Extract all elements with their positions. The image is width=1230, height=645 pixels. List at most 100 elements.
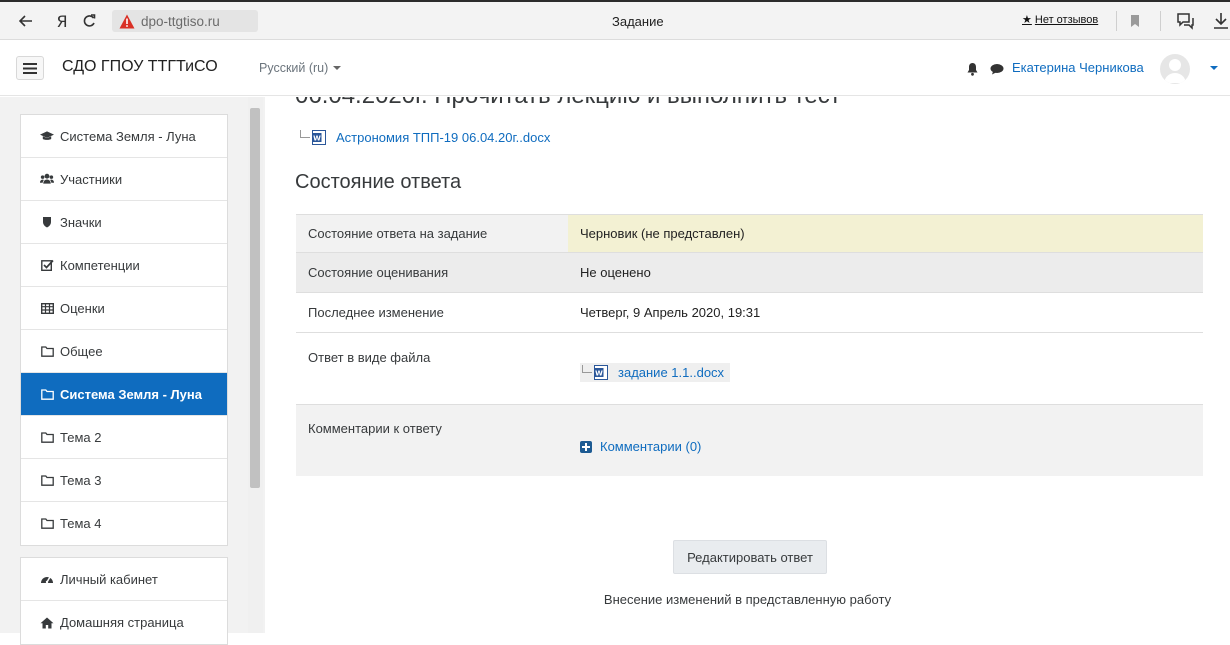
sidebar-item-earth-moon-system[interactable]: Система Земля - Луна: [21, 373, 227, 416]
sidebar-item-general[interactable]: Общее: [21, 330, 227, 373]
site-navbar: СДО ГПОУ ТТГТиСО Русский (ru) Екатерина …: [0, 40, 1230, 96]
sidebar-item-label: Домашняя страница: [60, 615, 184, 630]
sidebar-item-topic-2[interactable]: Тема 2: [21, 416, 227, 459]
sidebar-item-course-home[interactable]: Система Земля - Луна: [21, 115, 227, 158]
download-icon[interactable]: [1212, 11, 1230, 31]
sidebar-item-label: Система Земля - Луна: [60, 128, 196, 144]
site-name-link[interactable]: СДО ГПОУ ТТГТиСО: [62, 58, 218, 76]
row-label: Ответ в виде файла: [308, 350, 431, 365]
language-label: Русский (ru): [259, 61, 329, 75]
grading-status-value: Не оценено: [580, 265, 651, 280]
last-modified-value: Четверг, 9 Апрель 2020, 19:31: [580, 305, 761, 320]
sidebar-item-home[interactable]: Домашняя страница: [21, 601, 227, 644]
submission-status-value: Черновик (не представлен): [568, 215, 1203, 252]
checkbox-icon: [40, 259, 54, 272]
sidebar-item-label: Тема 2: [60, 429, 102, 445]
user-name-link[interactable]: Екатерина Черникова: [1012, 60, 1144, 75]
address-text: dpo-ttgtiso.ru: [141, 13, 220, 29]
word-document-icon: W: [594, 365, 608, 380]
language-menu[interactable]: Русский (ru): [259, 61, 342, 75]
folder-icon: [40, 474, 54, 487]
row-label: Состояние оценивания: [308, 265, 449, 280]
yandex-logo[interactable]: Я: [53, 10, 71, 32]
table-row: Состояние ответа на задание Черновик (не…: [296, 214, 1203, 252]
page-title: 06.04.2020г. Прочитать лекцию и выполнит…: [295, 97, 841, 110]
sidebar-item-grades[interactable]: Оценки: [21, 287, 227, 330]
submission-status-heading: Состояние ответа: [295, 171, 462, 193]
sidebar-item-topic-3[interactable]: Тема 3: [21, 459, 227, 502]
intro-attachment: W Астрономия ТПП-19 06.04.20г..docx: [300, 130, 550, 145]
table-row: Комментарии к ответу Комментарии (0): [296, 404, 1203, 476]
row-label: Состояние ответа на задание: [308, 226, 488, 241]
edit-submission-button[interactable]: Редактировать ответ: [673, 540, 827, 574]
home-icon: [40, 616, 54, 629]
folder-icon: [40, 345, 54, 358]
site-navigation: Личный кабинет Домашняя страница: [20, 557, 228, 645]
table-row: Состояние оценивания Не оценено: [296, 252, 1203, 292]
bell-icon[interactable]: [966, 62, 979, 76]
hamburger-icon: [23, 62, 37, 74]
reload-icon: [83, 14, 95, 27]
chat-icon[interactable]: [1175, 11, 1195, 31]
tab-title: Задание: [612, 14, 664, 29]
back-button[interactable]: [16, 10, 36, 32]
sidebar-scrollbar-thumb[interactable]: [250, 108, 260, 488]
user-avatar-icon: [1164, 59, 1186, 83]
sidebar-item-label: Общее: [60, 343, 103, 359]
sidebar-item-topic-4[interactable]: Тема 4: [21, 502, 227, 545]
folder-icon: [40, 431, 54, 444]
intro-file-link[interactable]: Астрономия ТПП-19 06.04.20г..docx: [336, 130, 550, 145]
plus-square-icon: [580, 440, 592, 453]
sidebar-item-label: Компетенции: [60, 257, 140, 273]
tree-connector: [300, 130, 310, 138]
sidebar-item-label: Личный кабинет: [60, 571, 158, 587]
toolbar-divider: [1116, 11, 1117, 31]
submission-status-table: Состояние ответа на задание Черновик (не…: [296, 214, 1203, 476]
star-icon: ★: [1022, 14, 1032, 26]
bookmark-icon[interactable]: [1128, 13, 1142, 29]
tree-connector: [582, 365, 592, 373]
reviews-button[interactable]: ★ Нет отзывов: [1022, 13, 1098, 27]
chevron-down-icon: [333, 66, 342, 70]
chat-bubble-icon[interactable]: [990, 63, 1004, 75]
edit-hint-text: Внесение изменений в представленную рабо…: [603, 592, 892, 607]
sidebar-item-participants[interactable]: Участники: [21, 158, 227, 201]
submitted-file: W задание 1.1..docx: [580, 363, 731, 382]
row-label: Комментарии к ответу: [308, 421, 442, 436]
comments-value: Комментарии (0): [568, 405, 1203, 476]
sidebar-item-label: Тема 3: [60, 472, 102, 488]
sidebar-item-dashboard[interactable]: Личный кабинет: [21, 558, 227, 601]
user-menu-chevron-icon[interactable]: [1210, 66, 1218, 70]
file-submission-value: W задание 1.1..docx: [568, 333, 1203, 404]
folder-icon: [40, 517, 54, 530]
table-row: Последнее изменение Четверг, 9 Апрель 20…: [296, 292, 1203, 332]
sidebar-item-label: Система Земля - Луна: [60, 386, 202, 402]
submitted-file-link[interactable]: задание 1.1..docx: [618, 365, 724, 380]
table-row: Ответ в виде файла W задание 1.1..docx: [296, 332, 1203, 404]
row-label: Последнее изменение: [308, 305, 444, 320]
svg-text:W: W: [313, 135, 321, 143]
reload-button[interactable]: [79, 10, 99, 32]
users-icon: [40, 173, 54, 186]
table-icon: [40, 302, 54, 315]
address-bar[interactable]: dpo-ttgtiso.ru: [112, 10, 258, 32]
sidebar-item-label: Участники: [60, 171, 123, 187]
sidebar-item-badges[interactable]: Значки: [21, 201, 227, 244]
folder-icon: [40, 388, 54, 401]
sidebar-item-competencies[interactable]: Компетенции: [21, 244, 227, 287]
menu-toggle-button[interactable]: [16, 56, 44, 80]
browser-toolbar: Я dpo-ttgtiso.ru Задание ★ Нет отзывов: [0, 0, 1230, 40]
comments-toggle[interactable]: Комментарии (0): [580, 439, 701, 454]
arrow-left-icon: [19, 15, 32, 27]
main-content: 06.04.2020г. Прочитать лекцию и выполнит…: [265, 97, 1230, 633]
shield-icon: [40, 216, 54, 229]
warning-icon: [119, 14, 135, 28]
comments-label: Комментарии (0): [600, 439, 702, 454]
svg-text:W: W: [595, 370, 603, 378]
sidebar-item-label: Оценки: [60, 300, 105, 316]
word-document-icon: W: [312, 130, 326, 145]
toolbar-divider: [1160, 11, 1161, 31]
sidebar-item-label: Тема 4: [60, 516, 102, 531]
sidebar-item-label: Значки: [60, 214, 102, 230]
avatar[interactable]: [1160, 54, 1190, 84]
